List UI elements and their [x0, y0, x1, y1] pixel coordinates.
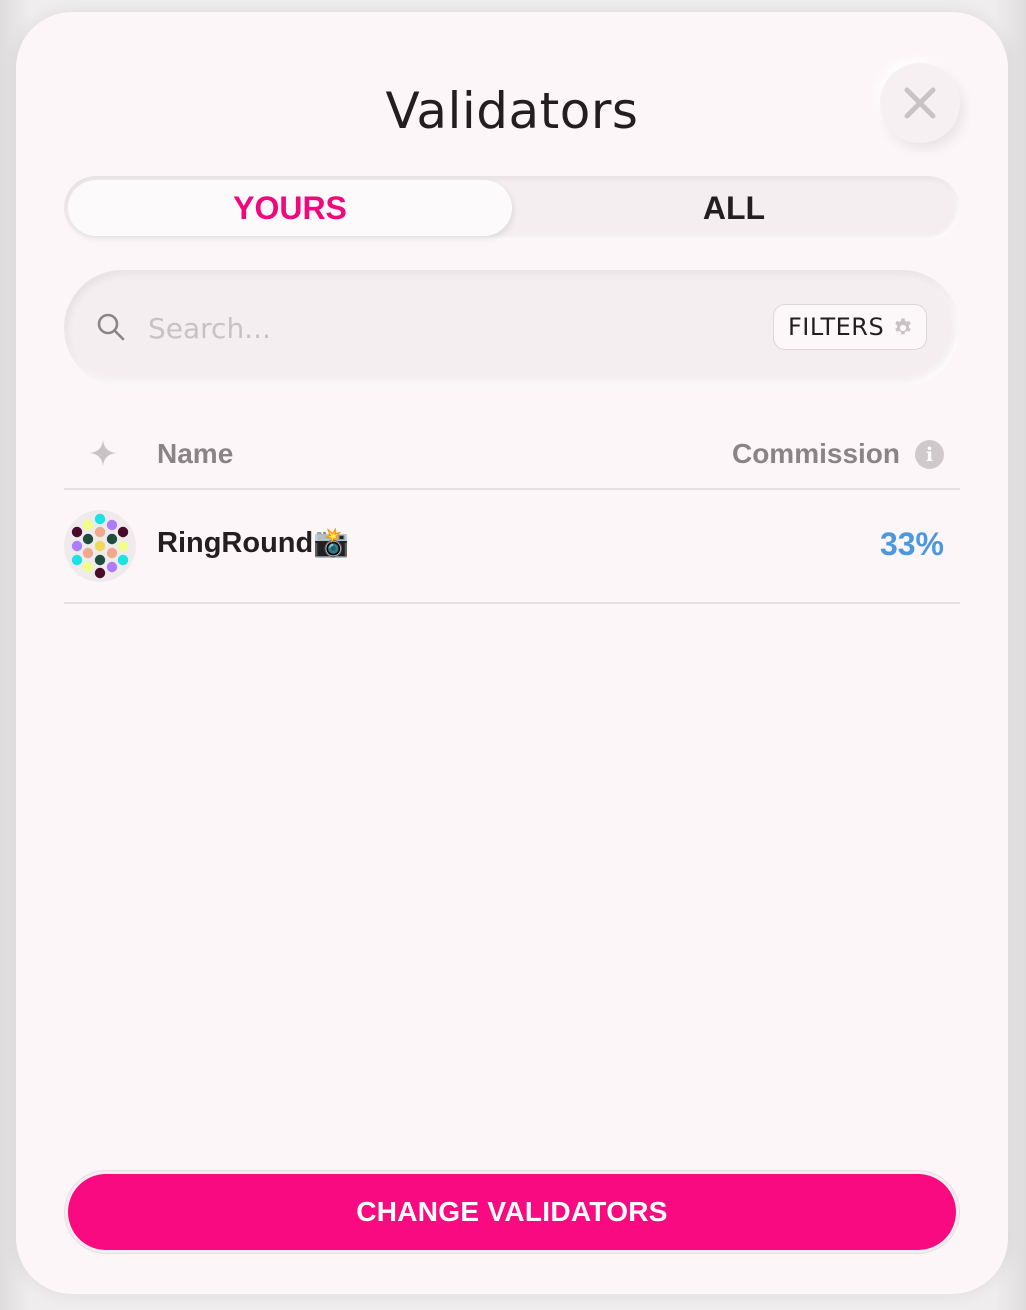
tab-all[interactable]: ALL — [512, 180, 956, 236]
table-header: Name Commission i — [64, 424, 960, 490]
search-bar: FILTERS — [64, 270, 960, 386]
validators-modal: Validators YOURS ALL FILTERS Name Commis… — [16, 12, 1008, 1294]
search-icon — [97, 313, 125, 341]
filters-label: FILTERS — [788, 313, 885, 341]
column-header-name[interactable]: Name — [157, 438, 233, 470]
filters-button[interactable]: FILTERS — [773, 304, 927, 350]
info-icon[interactable]: i — [915, 440, 944, 469]
validator-avatar — [64, 510, 136, 582]
column-header-commission[interactable]: Commission — [732, 438, 900, 470]
validator-name: RingRound📸 — [157, 527, 350, 559]
tab-bar: YOURS ALL — [64, 176, 960, 240]
tab-yours[interactable]: YOURS — [68, 180, 512, 236]
close-button[interactable] — [880, 63, 960, 143]
search-input[interactable] — [148, 306, 748, 350]
sparkle-icon[interactable] — [90, 440, 116, 466]
table-row[interactable]: RingRound📸 33% — [64, 490, 960, 604]
modal-title: Validators — [385, 82, 639, 140]
close-icon — [904, 87, 936, 119]
change-validators-button[interactable]: CHANGE VALIDATORS — [68, 1174, 956, 1250]
validator-commission: 33% — [879, 526, 944, 562]
gear-icon — [895, 318, 911, 335]
